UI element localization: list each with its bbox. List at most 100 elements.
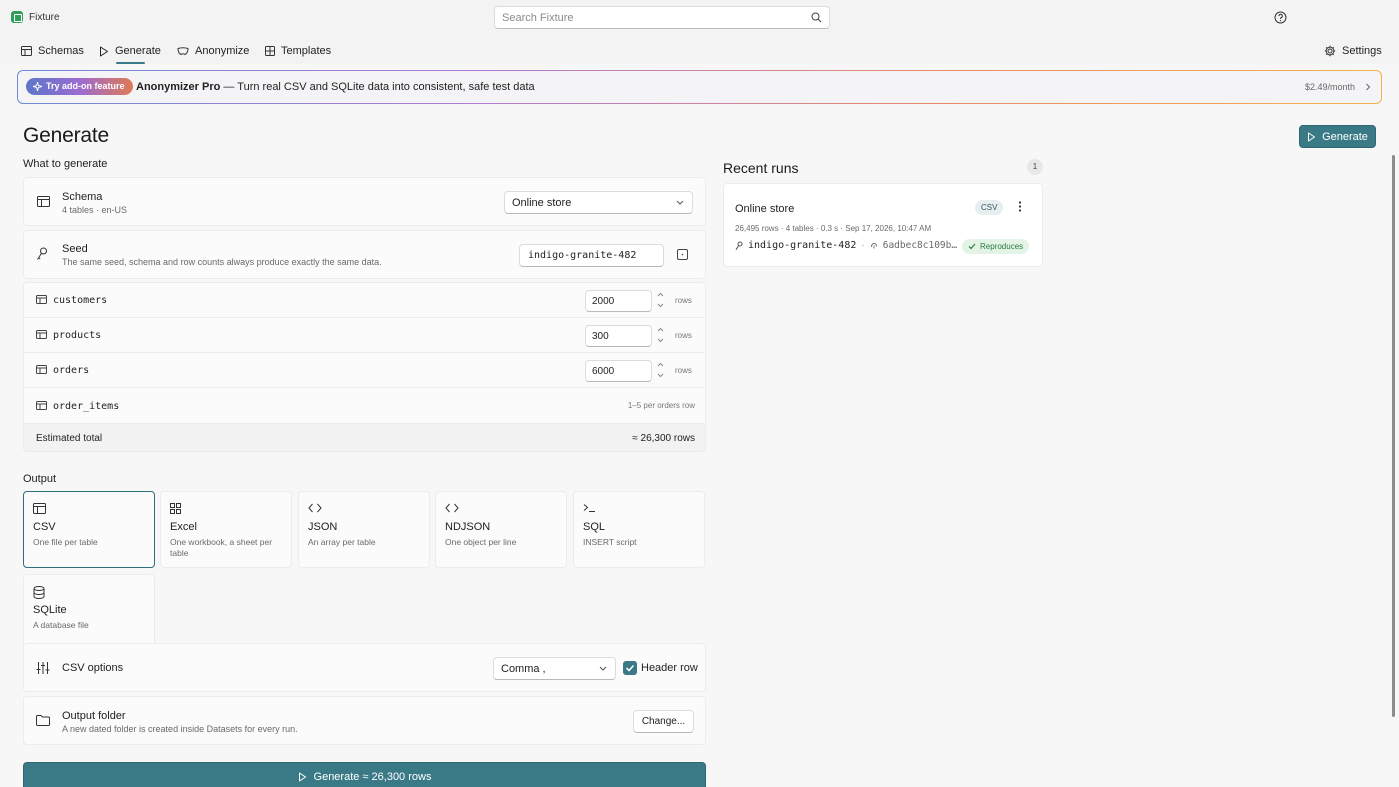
- generate-button-label: Generate: [1322, 130, 1368, 143]
- gear-icon: [1324, 45, 1336, 57]
- fingerprint-icon: [870, 242, 877, 248]
- chevron-right-icon[interactable]: [1365, 83, 1371, 91]
- reproduces-badge: Reproduces: [962, 239, 1030, 254]
- output-folder-subtitle: A new dated folder is created inside Dat…: [62, 724, 298, 734]
- table-row: customers 2000 rows: [24, 283, 705, 318]
- banner-description: — Turn real CSV and SQLite data into con…: [220, 81, 535, 93]
- row-count-input[interactable]: 6000: [585, 360, 652, 382]
- format-option-ndjson[interactable]: NDJSON One object per line: [435, 491, 567, 568]
- recent-run-card[interactable]: Online store CSV 26,495 rows · 4 tables …: [723, 183, 1043, 267]
- format-option-sql[interactable]: SQL INSERT script: [573, 491, 705, 568]
- generate-button[interactable]: Generate: [1299, 125, 1376, 148]
- format-description: One object per line: [445, 537, 517, 547]
- play-icon: [298, 772, 306, 782]
- addon-pill[interactable]: Try add-on feature: [26, 78, 133, 95]
- format-option-sqlite[interactable]: SQLite A database file: [23, 574, 155, 651]
- help-icon[interactable]: [1274, 11, 1287, 24]
- table-icon: [33, 503, 46, 514]
- estimated-total-value: ≈ 26,300 rows: [632, 433, 695, 444]
- search-box[interactable]: [494, 6, 830, 29]
- grid-icon: [265, 46, 275, 56]
- scrollbar[interactable]: [1392, 155, 1395, 717]
- terminal-icon: [583, 503, 597, 513]
- addon-banner[interactable]: Try add-on feature Anonymizer Pro — Turn…: [17, 70, 1382, 104]
- app-logo-icon: [11, 11, 23, 23]
- format-name: JSON: [308, 521, 338, 533]
- output-folder-card: Output folder A new dated folder is crea…: [23, 696, 706, 745]
- run-format-badge: CSV: [975, 200, 1004, 215]
- schema-select[interactable]: Online store: [504, 191, 693, 214]
- schema-card: Schema 4 tables · en-US Online store: [23, 177, 706, 226]
- checkmark-icon: [968, 243, 976, 250]
- table-row: products 300 rows: [24, 318, 705, 353]
- recent-runs-title: Recent runs: [723, 160, 799, 176]
- search-icon[interactable]: [811, 12, 822, 23]
- tables-card: customers 2000 rows products 300 rows or…: [23, 282, 706, 452]
- format-option-csv[interactable]: CSV One file per table: [23, 491, 155, 568]
- change-folder-button[interactable]: Change...: [633, 710, 694, 733]
- format-description: INSERT script: [583, 537, 637, 547]
- tab-schemas[interactable]: Schemas: [21, 41, 84, 61]
- table-icon: [36, 365, 47, 374]
- generate-rows-button[interactable]: Generate ≈ 26,300 rows: [23, 762, 706, 787]
- tab-generate[interactable]: Generate: [99, 41, 161, 64]
- chevron-down-icon: [599, 666, 607, 671]
- tab-anonymize[interactable]: Anonymize: [177, 41, 249, 61]
- format-description: An array per table: [308, 537, 376, 547]
- settings-label: Settings: [1342, 45, 1382, 57]
- stepper-icon[interactable]: [657, 291, 664, 309]
- delimiter-select[interactable]: Comma ,: [493, 657, 616, 680]
- csv-options-label: CSV options: [62, 662, 124, 674]
- format-name: SQLite: [33, 604, 67, 616]
- tab-schemas-label: Schemas: [38, 45, 84, 57]
- format-option-excel[interactable]: Excel One workbook, a sheet per table: [160, 491, 292, 568]
- main-nav: Schemas Generate Anonymize Templates Set…: [0, 36, 1399, 64]
- stepper-icon[interactable]: [657, 326, 664, 344]
- estimated-total: Estimated total ≈ 26,300 rows: [24, 424, 705, 451]
- tab-templates[interactable]: Templates: [265, 41, 331, 61]
- estimated-total-label: Estimated total: [36, 433, 103, 444]
- sliders-icon: [36, 662, 50, 674]
- header-row-checkbox[interactable]: [623, 661, 637, 675]
- tab-generate-label: Generate: [115, 45, 161, 57]
- delimiter-select-value: Comma ,: [501, 663, 546, 675]
- format-option-json[interactable]: JSON An array per table: [298, 491, 430, 568]
- stepper-icon[interactable]: [657, 361, 664, 379]
- format-name: SQL: [583, 521, 606, 533]
- header-row-label[interactable]: Header row: [641, 662, 698, 674]
- schema-title: Schema: [62, 191, 103, 203]
- table-icon: [36, 330, 47, 339]
- table-icon: [21, 46, 32, 56]
- title-bar: Fixture: [0, 0, 1399, 36]
- database-icon: [33, 586, 45, 599]
- table-name: products: [53, 330, 102, 341]
- play-icon: [100, 46, 108, 56]
- row-count-input[interactable]: 2000: [585, 290, 652, 312]
- format-name: CSV: [33, 521, 56, 533]
- seed-input[interactable]: indigo-granite-482: [519, 244, 664, 267]
- rows-unit: rows: [675, 366, 692, 375]
- sparkle-icon: [33, 82, 42, 91]
- more-options-icon[interactable]: [1016, 200, 1024, 213]
- table-name: orders: [53, 365, 90, 376]
- dice-icon[interactable]: [677, 249, 688, 260]
- run-hash: 6adbec8c109b…: [882, 240, 958, 251]
- code-icon: [308, 503, 322, 513]
- run-metadata: 26,495 rows · 4 tables · 0.3 s · Sep 17,…: [735, 224, 932, 233]
- tab-templates-label: Templates: [281, 45, 332, 57]
- reproduces-label: Reproduces: [980, 242, 1024, 251]
- relation-note: 1–5 per orders row: [627, 401, 695, 410]
- search-input[interactable]: [502, 11, 802, 25]
- separator-dot: ·: [861, 240, 865, 251]
- row-count-input[interactable]: 300: [585, 325, 652, 347]
- recent-runs-count: 1: [1027, 159, 1043, 175]
- checkmark-icon: [625, 664, 635, 672]
- app-title: Fixture: [29, 12, 60, 23]
- seed-subtitle: The same seed, schema and row counts alw…: [62, 257, 382, 267]
- run-seed-row: indigo-granite-482 · 6adbec8c109b…: [735, 240, 957, 251]
- table-icon: [36, 295, 47, 304]
- settings-button[interactable]: Settings: [1324, 41, 1382, 61]
- code-icon: [445, 503, 459, 513]
- table-row: order_items 1–5 per orders row: [24, 388, 705, 424]
- csv-options-card: CSV options Comma , Header row: [23, 643, 706, 692]
